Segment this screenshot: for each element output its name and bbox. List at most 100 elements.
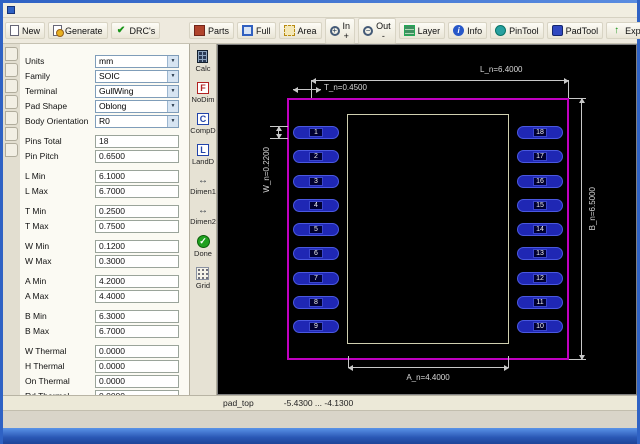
form-row: Pad Shape Oblong xyxy=(20,99,189,113)
tool-button-label: Done xyxy=(194,249,212,258)
toolbar-button[interactable]: In + xyxy=(324,17,356,44)
dropdown-select[interactable]: Oblong xyxy=(95,99,179,113)
main-area: Units mm Family SOIC Terminal GullWing P… xyxy=(3,44,637,395)
chevron-down-icon xyxy=(167,115,178,127)
field-input[interactable] xyxy=(95,169,179,183)
form-row: B Max xyxy=(20,324,189,338)
pad[interactable]: 3 xyxy=(293,174,339,188)
pad[interactable]: 16 xyxy=(517,174,563,188)
toolbar-button[interactable]: Full xyxy=(237,22,276,39)
tool-button[interactable]: Grid xyxy=(196,267,210,290)
pad[interactable]: 15 xyxy=(517,198,563,212)
dropdown-select[interactable]: R0 xyxy=(95,114,179,128)
pad[interactable]: 11 xyxy=(517,295,563,309)
menubar-item[interactable] xyxy=(61,9,75,11)
pad[interactable]: 10 xyxy=(517,320,563,333)
tool-button[interactable]: Calc xyxy=(195,50,211,73)
tool-button[interactable]: Dimen1 xyxy=(190,175,216,196)
field-label: L Min xyxy=(25,171,46,181)
field-label: A Max xyxy=(25,291,49,301)
field-input[interactable] xyxy=(95,239,179,253)
form-row: A Min xyxy=(20,274,189,288)
toolbar-button[interactable]: Out - xyxy=(358,17,396,44)
toolbar-button[interactable]: Info xyxy=(448,22,488,39)
pad[interactable]: 6 xyxy=(293,247,339,261)
field-input[interactable] xyxy=(95,219,179,233)
pad[interactable]: 17 xyxy=(517,150,563,164)
field-label: Pins Total xyxy=(25,136,62,146)
parts-icon xyxy=(194,25,205,36)
side-tab[interactable] xyxy=(5,127,18,141)
tool-button[interactable]: C CompD xyxy=(190,113,216,135)
tool-button[interactable]: Done xyxy=(194,235,212,258)
field-input[interactable] xyxy=(95,274,179,288)
pad[interactable]: 18 xyxy=(517,126,563,139)
menubar-item[interactable] xyxy=(47,9,61,11)
field-label: Body Orientation xyxy=(25,116,89,126)
dim-tick xyxy=(508,356,509,367)
zoom-out-icon xyxy=(363,25,374,36)
side-tab[interactable] xyxy=(5,111,18,125)
field-input[interactable] xyxy=(95,324,179,338)
toolbar-button-label: DRC's xyxy=(129,25,156,36)
footprint-canvas[interactable]: 1 2 3 4 5 6 7 8 9 18 17 16 15 14 13 12 1… xyxy=(217,44,637,395)
toolbar-button[interactable]: New xyxy=(5,22,46,39)
dropdown-select[interactable]: GullWing xyxy=(95,84,179,98)
menubar-item[interactable] xyxy=(75,9,89,11)
tool-button[interactable]: F NoDim xyxy=(192,82,214,104)
zoom-in-icon xyxy=(329,25,340,36)
pad[interactable]: 9 xyxy=(293,320,339,333)
field-input[interactable] xyxy=(95,184,179,198)
toolbar-button[interactable]: Generate xyxy=(48,22,108,39)
form-row: Family SOIC xyxy=(20,69,189,83)
field-input[interactable] xyxy=(95,374,179,388)
pad[interactable]: 4 xyxy=(293,198,339,212)
side-tab[interactable] xyxy=(5,47,18,61)
dim-line-L xyxy=(311,77,569,84)
field-input[interactable] xyxy=(95,309,179,323)
field-input[interactable] xyxy=(95,134,179,148)
dropdown-select[interactable]: SOIC xyxy=(95,69,179,83)
tool-button[interactable]: L LandD xyxy=(192,144,214,166)
side-tab[interactable] xyxy=(5,143,18,157)
status-layer: pad_top xyxy=(223,398,254,408)
toolbar-button[interactable]: DRC's xyxy=(110,22,161,39)
dim-tick xyxy=(270,126,288,127)
pads-right: 18 17 16 15 14 13 12 11 10 xyxy=(517,126,563,333)
menubar-item[interactable] xyxy=(19,9,33,11)
field-label: Terminal xyxy=(25,86,58,96)
pad[interactable]: 14 xyxy=(517,223,563,236)
field-input[interactable] xyxy=(95,204,179,218)
side-tab[interactable] xyxy=(5,63,18,77)
field-input[interactable] xyxy=(95,359,179,373)
pad[interactable]: 12 xyxy=(517,271,563,285)
toolbar-button[interactable]: Layer xyxy=(398,22,446,39)
pads-left: 1 2 3 4 5 6 7 8 9 xyxy=(293,126,339,333)
dim-tick xyxy=(569,98,586,99)
dim-tick xyxy=(568,81,569,98)
form-row: L Min xyxy=(20,169,189,183)
tool-button[interactable]: Dimen2 xyxy=(190,205,216,226)
field-input[interactable] xyxy=(95,289,179,303)
pad[interactable]: 7 xyxy=(293,271,339,285)
toolbar-button[interactable]: Exports xyxy=(606,22,640,39)
dropdown-select[interactable]: mm xyxy=(95,54,179,68)
menubar-item[interactable] xyxy=(33,9,47,11)
field-input[interactable] xyxy=(95,149,179,163)
app-window: New Generate DRC's Parts Full Area In + … xyxy=(0,0,640,444)
field-input[interactable] xyxy=(95,254,179,268)
pad[interactable]: 5 xyxy=(293,223,339,236)
field-input[interactable] xyxy=(95,344,179,358)
field-label: W Min xyxy=(25,241,50,251)
toolbar-button[interactable]: Area xyxy=(278,22,322,39)
toolbar-button[interactable]: Parts xyxy=(189,22,235,39)
side-tab[interactable] xyxy=(5,95,18,109)
pad[interactable]: 8 xyxy=(293,295,339,309)
pad[interactable]: 1 xyxy=(293,126,339,139)
toolbar-button[interactable]: PadTool xyxy=(546,22,604,39)
pad[interactable]: 2 xyxy=(293,150,339,164)
pad[interactable]: 13 xyxy=(517,247,563,261)
toolbar-left-group: New Generate DRC's xyxy=(5,22,189,39)
side-tab[interactable] xyxy=(5,79,18,93)
toolbar-button[interactable]: PinTool xyxy=(490,22,544,39)
